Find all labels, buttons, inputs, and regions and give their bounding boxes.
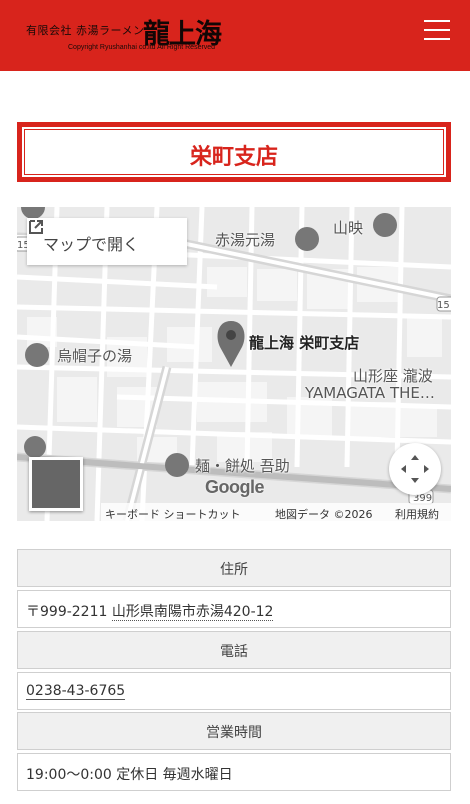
menu-line (424, 20, 450, 22)
google-map[interactable]: 15 15 399 マップで開く 赤湯元湯 山映 烏帽子の湯 山形座 瀧波 YA… (17, 207, 451, 521)
external-link-icon (29, 220, 43, 234)
map-place-label[interactable]: 麺・餅処 吾助 (195, 455, 290, 476)
hours-value: 19:00〜0:00 定休日 毎週水曜日 (26, 767, 233, 783)
phone-link[interactable]: 0238-43-6765 (26, 683, 126, 700)
hours-cell: 19:00〜0:00 定休日 毎週水曜日 (17, 753, 451, 791)
map-place-label[interactable]: YAMAGATA THE… (305, 384, 435, 402)
map-place-label[interactable]: 赤湯元湯 (215, 229, 275, 250)
phone-header-label: 電話 (220, 644, 248, 660)
site-header: 有限会社 赤湯ラーメン 龍上海 Copyright Ryushanhai co.… (0, 0, 470, 71)
map-attribution: キーボード ショートカット 地図データ ©2026 利用規約 (101, 503, 451, 521)
menu-line (424, 29, 450, 31)
terms-link[interactable]: 利用規約 (395, 506, 439, 521)
map-pan-control[interactable] (389, 443, 441, 495)
keyboard-shortcut-link[interactable]: キーボード ショートカット (105, 506, 241, 521)
address-value: 〒999-2211 山形県南陽市赤湯420-12 (26, 601, 274, 621)
postal-code: 〒999-2211 (26, 604, 112, 620)
open-in-maps-button[interactable]: マップで開く (27, 218, 187, 265)
map-place-label[interactable]: 烏帽子の湯 (57, 345, 132, 366)
address-header-label: 住所 (220, 562, 248, 578)
menu-line (424, 38, 450, 40)
hamburger-menu-icon[interactable] (424, 18, 452, 42)
phone-header: 電話 (17, 631, 451, 669)
hours-header: 営業時間 (17, 712, 451, 750)
map-data-label: 地図データ ©2026 (275, 508, 373, 521)
address-link[interactable]: 山形県南陽市赤湯420-12 (111, 604, 274, 621)
address-header: 住所 (17, 549, 451, 587)
open-in-maps-label: マップで開く (43, 235, 140, 254)
map-place-label[interactable]: 山形座 瀧波 (353, 365, 433, 386)
move-arrows-icon (401, 455, 429, 483)
store-pin-label[interactable]: 龍上海 栄町支店 (249, 332, 359, 353)
route-number: 15 (437, 300, 450, 311)
google-logo: Google (205, 477, 265, 497)
store-title-box: 栄町支店 (17, 122, 451, 182)
company-name: 有限会社 赤湯ラーメン (26, 24, 145, 37)
street-view-thumbnail[interactable] (29, 457, 83, 511)
map-place-label[interactable]: 山映 (333, 217, 363, 238)
store-title: 栄町支店 (189, 145, 278, 170)
phone-cell: 0238-43-6765 (17, 672, 451, 710)
address-cell: 〒999-2211 山形県南陽市赤湯420-12 (17, 590, 451, 628)
copyright-text: Copyright Ryushanhai co.ltd All Right Re… (68, 44, 216, 51)
hours-header-label: 営業時間 (206, 725, 262, 741)
